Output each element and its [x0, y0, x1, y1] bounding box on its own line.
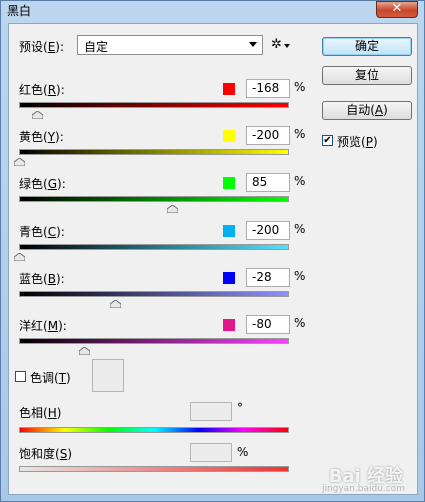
percent-sign: %: [294, 316, 306, 330]
slider-thumb[interactable]: [13, 155, 26, 167]
saturation-label: 饱和度(S): [19, 447, 73, 461]
slider-value-input[interactable]: -200: [246, 126, 290, 145]
slider-label: 绿色(G):: [19, 177, 66, 191]
slider-value-input[interactable]: -168: [246, 79, 290, 98]
hue-slider-track[interactable]: [19, 427, 289, 433]
slider-track[interactable]: [19, 102, 289, 108]
percent-sign: %: [294, 174, 306, 188]
percent-sign: %: [294, 269, 306, 283]
slider-thumb[interactable]: [109, 297, 122, 309]
saturation-slider-track[interactable]: [19, 466, 289, 472]
auto-button[interactable]: 自动(A): [322, 101, 412, 120]
gear-menu-caret-icon[interactable]: [284, 44, 290, 48]
color-swatch: [223, 83, 235, 95]
slider-label: 红色(R):: [19, 83, 65, 97]
tint-color-swatch[interactable]: [92, 359, 124, 392]
saturation-unit: %: [237, 445, 249, 459]
black-white-dialog: 黑白 ✕ 预设(E): 自定 ✲ 确定 复位 自动(A) ✔ 预览(P) 红色(…: [0, 0, 425, 502]
tint-label: 色调(T): [30, 371, 71, 385]
slider-track[interactable]: [19, 149, 289, 155]
gear-icon[interactable]: ✲: [271, 38, 282, 51]
percent-sign: %: [294, 80, 306, 94]
color-swatch: [223, 272, 235, 284]
close-button[interactable]: ✕: [376, 1, 418, 18]
ok-button[interactable]: 确定: [322, 37, 412, 56]
slider-thumb[interactable]: [13, 250, 26, 262]
slider-label: 青色(C):: [19, 225, 65, 239]
slider-label: 洋红(M):: [19, 319, 67, 333]
window-title: 黑白: [7, 4, 32, 18]
color-swatch: [223, 130, 235, 142]
hue-input[interactable]: [190, 402, 232, 421]
slider-track[interactable]: [19, 291, 289, 297]
slider-value-input[interactable]: 85: [246, 173, 290, 192]
slider-value-input[interactable]: -80: [246, 315, 290, 334]
dialog-body: 预设(E): 自定 ✲ 确定 复位 自动(A) ✔ 预览(P) 红色(R): -1…: [8, 23, 418, 495]
slider-label: 黄色(Y):: [19, 130, 64, 144]
preview-checkbox[interactable]: ✔: [322, 135, 333, 146]
saturation-input[interactable]: [190, 443, 232, 462]
title-bar[interactable]: 黑白 ✕: [1, 1, 424, 19]
color-swatch: [223, 319, 235, 331]
hue-unit: °: [237, 401, 243, 415]
preview-label: 预览(P): [337, 135, 378, 149]
preset-label: 预设(E):: [19, 40, 65, 54]
tint-checkbox[interactable]: [15, 371, 26, 382]
color-swatch: [223, 225, 235, 237]
slider-track[interactable]: [19, 196, 289, 202]
watermark-url: jingyan.baidu.com: [321, 484, 405, 494]
slider-value-input[interactable]: -28: [246, 268, 290, 287]
close-icon: ✕: [391, 1, 403, 16]
color-swatch: [223, 177, 235, 189]
slider-thumb[interactable]: [31, 108, 44, 120]
percent-sign: %: [294, 127, 306, 141]
preset-value: 自定: [84, 40, 109, 54]
slider-thumb[interactable]: [166, 202, 179, 214]
reset-button[interactable]: 复位: [322, 66, 412, 85]
preset-select[interactable]: 自定: [77, 35, 263, 55]
hue-label: 色相(H): [19, 406, 62, 420]
slider-thumb[interactable]: [78, 344, 91, 356]
slider-track[interactable]: [19, 338, 289, 344]
slider-value-input[interactable]: -200: [246, 221, 290, 240]
percent-sign: %: [294, 222, 306, 236]
slider-label: 蓝色(B):: [19, 272, 65, 286]
slider-track[interactable]: [19, 244, 289, 250]
chevron-down-icon: [249, 42, 257, 47]
